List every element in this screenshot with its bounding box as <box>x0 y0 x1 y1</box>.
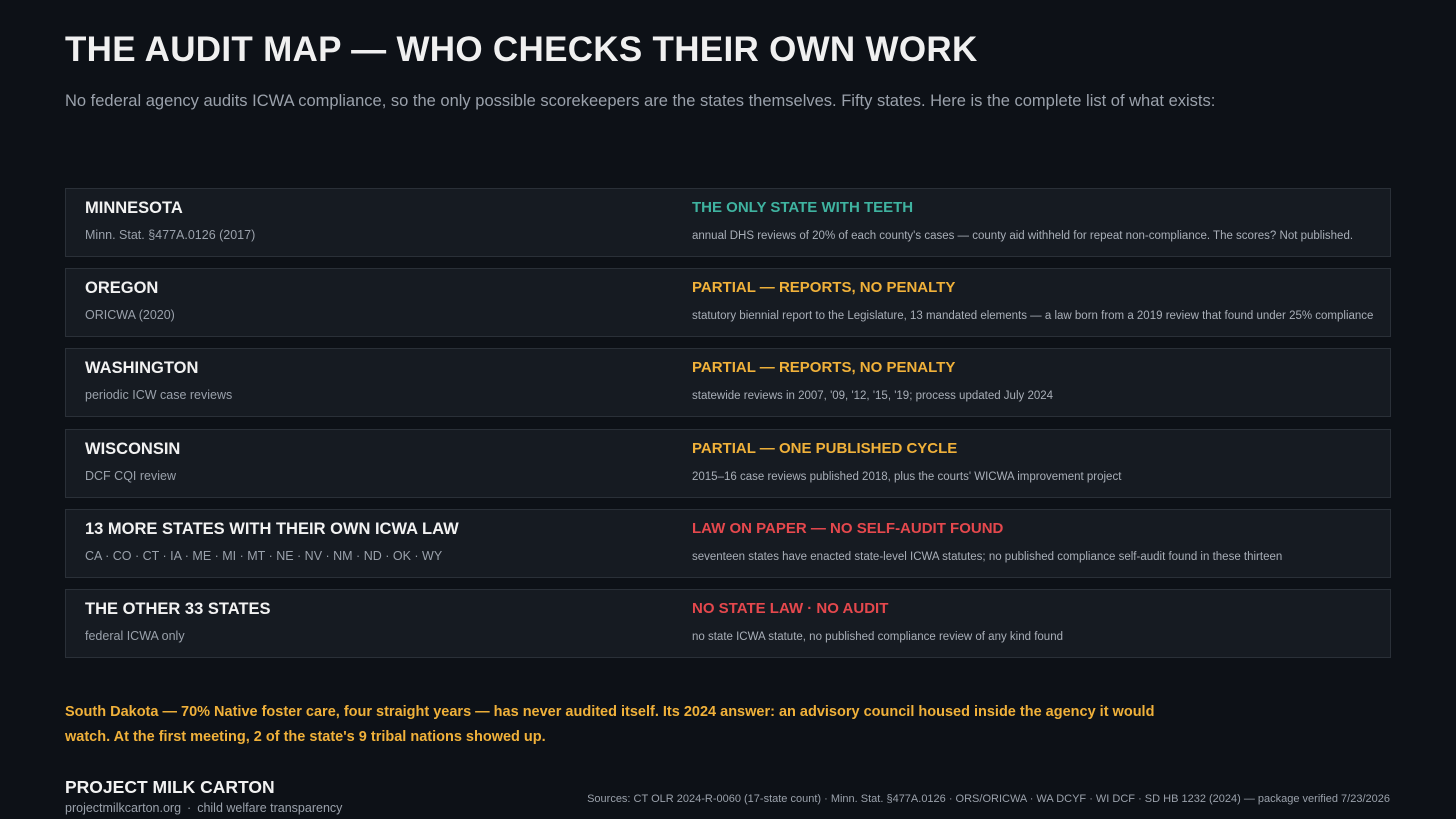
audit-row-oregon: OREGON ORICWA (2020) PARTIAL — REPORTS, … <box>65 268 1391 338</box>
footer-url-line: projectmilkcarton.org · child welfare tran… <box>65 801 342 815</box>
state-detail: DCF CQI review <box>85 468 176 483</box>
verdict-label: PARTIAL — REPORTS, NO PENALTY <box>692 279 956 297</box>
verdict-description: statutory biennial report to the Legisla… <box>692 310 1374 323</box>
south-dakota-callout: South Dakota — 70% Native foster care, f… <box>65 704 1155 745</box>
site-url: projectmilkcarton.org <box>65 801 182 815</box>
verdict-label: THE ONLY STATE WITH TEETH <box>692 199 914 216</box>
verdict-description: statewide reviews in 2007, '09, '12, '15… <box>692 390 1054 403</box>
footer-brand: PROJECT MILK CARTON <box>65 777 275 797</box>
verdict-description: 2015–16 case reviews published 2018, plu… <box>692 470 1122 483</box>
site-tagline: child welfare transparency <box>197 801 343 815</box>
verdict-label: PARTIAL — REPORTS, NO PENALTY <box>692 359 956 377</box>
audit-row-washington: WASHINGTON periodic ICW case reviews PAR… <box>65 348 1391 418</box>
footer-separator: · <box>187 801 192 815</box>
audit-row-13-more-states: 13 MORE STATES WITH THEIR OWN ICWA LAW C… <box>65 508 1391 578</box>
verdict-description: annual DHS reviews of 20% of each county… <box>692 230 1354 242</box>
state-detail: periodic ICW case reviews <box>85 388 233 403</box>
verdict-description: no state ICWA statute, no published comp… <box>692 630 1063 643</box>
page-title: THE AUDIT MAP — WHO CHECKS THEIR OWN WOR… <box>65 30 978 69</box>
state-detail: Minn. Stat. §477A.0126 (2017) <box>85 228 256 242</box>
state-name: MINNESOTA <box>85 199 183 217</box>
state-detail: ORICWA (2020) <box>85 308 175 323</box>
audit-row-other-33-states: THE OTHER 33 STATES federal ICWA only NO… <box>65 588 1391 658</box>
state-name: WASHINGTON <box>85 359 199 378</box>
state-name: WISCONSIN <box>85 439 181 458</box>
state-name: 13 MORE STATES WITH THEIR OWN ICWA LAW <box>85 519 459 538</box>
verdict-label: PARTIAL — ONE PUBLISHED CYCLE <box>692 439 958 457</box>
audit-list: MINNESOTA Minn. Stat. §477A.0126 (2017) … <box>65 188 1391 669</box>
verdict-label: NO STATE LAW · NO AUDIT <box>692 599 889 617</box>
state-detail: federal ICWA only <box>85 628 185 643</box>
verdict-description: seventeen states have enacted state-leve… <box>692 550 1283 563</box>
state-name: THE OTHER 33 STATES <box>85 599 271 618</box>
audit-row-wisconsin: WISCONSIN DCF CQI review PARTIAL — ONE P… <box>65 428 1391 498</box>
page: THE AUDIT MAP — WHO CHECKS THEIR OWN WOR… <box>0 0 1456 819</box>
verdict-label: LAW ON PAPER — NO SELF-AUDIT FOUND <box>692 519 1004 537</box>
state-name: OREGON <box>85 279 159 298</box>
state-detail: CA · CO · CT · IA · ME · MI · MT · NE · … <box>85 548 443 563</box>
audit-row-minnesota: MINNESOTA Minn. Stat. §477A.0126 (2017) … <box>65 188 1391 257</box>
sources-note: Sources: CT OLR 2024-R-0060 (17-state co… <box>587 793 1390 805</box>
page-subtitle: No federal agency audits ICWA compliance… <box>65 92 1216 110</box>
